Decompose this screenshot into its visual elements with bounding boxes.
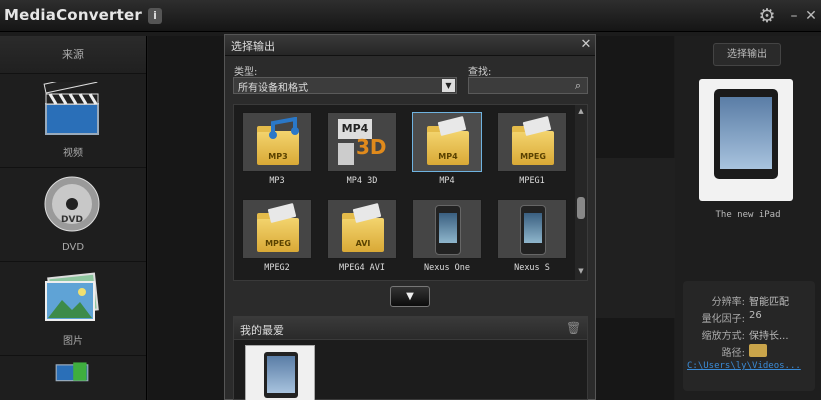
folder-icon[interactable] [749, 344, 767, 357]
music-note-icon [269, 117, 299, 139]
path-label: 路径: [721, 348, 745, 359]
expand-button[interactable]: ▼ [390, 286, 430, 307]
format-name: MP3 [269, 176, 285, 186]
sidebar-item-more[interactable] [0, 356, 146, 396]
format-name: Nexus One [423, 263, 471, 273]
close-window-icon[interactable]: ✕ [804, 8, 818, 24]
format-tile-mp4-3d[interactable]: MP4 3D [327, 112, 397, 172]
dvd-disc-icon: DVD [44, 176, 100, 232]
format-name: MPEG2 [264, 263, 290, 273]
mpeg2-folder-icon: MPEG [257, 203, 299, 252]
settings-gear-icon[interactable]: ⚙ [757, 6, 777, 26]
quality-label: 量化因子: [701, 314, 745, 325]
info-icon[interactable]: i [148, 8, 162, 24]
sidebar-item-dvd[interactable]: DVD DVD [0, 168, 146, 262]
search-icon[interactable]: ⌕ [571, 78, 585, 93]
format-name: MP4 3D [346, 176, 378, 186]
nexus-one-phone-icon [435, 205, 461, 255]
format-grid: MP3 MP3 MP4 3D MP4 3D MP4 MP4 MPEG MPEG1… [233, 104, 588, 281]
device-preview[interactable] [699, 79, 793, 201]
type-label: 类型: [234, 67, 258, 78]
format-tile-mp3[interactable]: MP3 [242, 112, 312, 172]
info-row-resolution: 分辨率: 智能匹配 [683, 293, 815, 309]
format-tile-mpeg1[interactable]: MPEG [497, 112, 567, 172]
format-tile-nexus-s[interactable] [497, 199, 567, 259]
favorites-area [233, 340, 588, 400]
favorites-header: 我的最爱 🗑 [233, 316, 588, 340]
scroll-thumb[interactable] [577, 197, 585, 219]
select-output-dialog: 选择输出 ✕ 类型: 查找: 所有设备和格式 ▼ ⌕ MP3 MP3 MP4 3… [224, 34, 596, 400]
mp4-folder-icon: MP4 [427, 116, 469, 165]
output-path-link[interactable]: C:\Users\ly\Videos... [687, 361, 801, 371]
sidebar-item-label: 视频 [63, 148, 83, 159]
dialog-close-icon[interactable]: ✕ [579, 37, 593, 53]
minimize-icon[interactable]: – [788, 8, 800, 24]
format-tile-nexus-one[interactable] [412, 199, 482, 259]
scale-label: 缩放方式: [701, 331, 745, 342]
type-select[interactable]: 所有设备和格式 ▼ [233, 77, 457, 94]
format-name: MPEG1 [519, 176, 545, 186]
scale-value: 保持长... [749, 331, 789, 342]
info-row-scale: 缩放方式: 保持长... [683, 327, 815, 343]
sidebar-item-label: DVD [61, 242, 85, 253]
output-info-box: 分辨率: 智能匹配 量化因子: 26 缩放方式: 保持长... 路径: [683, 281, 815, 391]
source-sidebar: 来源 视频 DVD DVD 图片 [0, 36, 147, 400]
avi-folder-icon: AVI [342, 203, 384, 252]
info-row-path: 路径: [683, 344, 815, 360]
select-output-button[interactable]: 选择输出 [713, 43, 781, 66]
info-row-quality: 量化因子: 26 [683, 310, 815, 326]
quality-value: 26 [749, 310, 762, 321]
favorite-tile-ipad[interactable] [245, 345, 315, 400]
format-tile-mp4[interactable]: MP4 [412, 112, 482, 172]
type-select-value: 所有设备和格式 [238, 83, 308, 94]
output-panel: 选择输出 The new iPad 分辨率: 智能匹配 量化因子: 26 缩放方… [675, 36, 821, 400]
resolution-label: 分辨率: [711, 297, 745, 308]
nexus-s-phone-icon [520, 205, 546, 255]
grid-scrollbar[interactable]: ▲ ▼ [575, 105, 587, 280]
ipad-icon [264, 352, 298, 398]
sidebar-item-picture[interactable]: 图片 [0, 262, 146, 356]
device-name: The new iPad [715, 210, 781, 220]
format-name: MPEG4 AVI [338, 263, 386, 273]
sidebar-item-video[interactable]: 视频 [0, 74, 146, 168]
app-window: MediaConverter 8 i ⚙ – ✕ 来源 视频 DVD DVD 图… [0, 0, 821, 400]
ipad-icon [714, 89, 778, 179]
sidebar-item-label: 图片 [63, 336, 83, 347]
mpeg1-folder-icon: MPEG [512, 116, 554, 165]
trash-icon[interactable]: 🗑 [566, 321, 581, 335]
title-bar: MediaConverter 8 i ⚙ – ✕ [0, 0, 821, 32]
resolution-value: 智能匹配 [749, 297, 789, 308]
scroll-up-icon[interactable]: ▲ [577, 107, 585, 115]
dialog-title-bar: 选择输出 ✕ [225, 35, 595, 56]
scroll-down-icon[interactable]: ▼ [577, 267, 585, 275]
format-name: Nexus S [514, 263, 550, 273]
format-name: MP4 [439, 176, 455, 186]
dialog-title: 选择输出 [231, 40, 275, 53]
search-input[interactable]: ⌕ [468, 77, 588, 94]
3d-label-icon: 3D [356, 135, 387, 159]
video-film-icon [55, 362, 89, 382]
svg-text:DVD: DVD [61, 215, 83, 225]
app-title: MediaConverter 8 [4, 6, 159, 24]
chevron-down-icon[interactable]: ▼ [442, 79, 455, 92]
favorites-title: 我的最爱 [240, 324, 284, 337]
format-tile-mpeg4-avi[interactable]: AVI [327, 199, 397, 259]
video-clapper-icon [43, 82, 99, 135]
picture-icon [45, 272, 99, 321]
sidebar-header: 来源 [0, 36, 146, 74]
search-label: 查找: [468, 67, 492, 78]
format-tile-mpeg2[interactable]: MPEG [242, 199, 312, 259]
